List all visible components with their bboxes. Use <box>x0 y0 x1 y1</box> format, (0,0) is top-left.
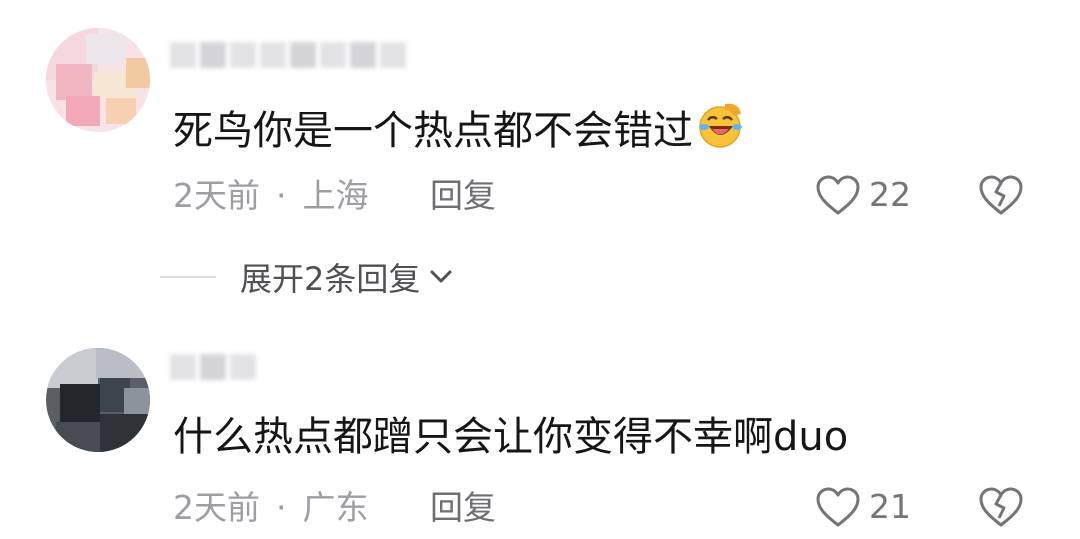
expand-replies-label: 展开2条回复 <box>240 260 421 298</box>
comment-text: 死鸟你是一个热点都不会错过 <box>173 100 745 156</box>
chevron-down-icon <box>430 270 452 283</box>
comment-item: 死鸟你是一个热点都不会错过 2天前 · 上海 回复 22 <box>0 0 1080 240</box>
comment-time: 2天前 <box>173 176 260 215</box>
comment-time: 2天前 <box>173 488 260 527</box>
meta-separator: · <box>276 176 287 215</box>
avatar[interactable] <box>46 348 150 452</box>
like-button[interactable]: 21 <box>815 486 911 528</box>
comment-location: 上海 <box>302 176 369 215</box>
comment-text: 什么热点都蹭只会让你变得不幸啊duo <box>173 414 849 460</box>
username-blurred[interactable] <box>170 354 256 384</box>
rolling-laughing-face-icon <box>699 103 742 148</box>
reply-button[interactable]: 回复 <box>430 176 496 216</box>
meta-separator: · <box>276 488 287 527</box>
username-blurred[interactable] <box>170 42 316 72</box>
like-count: 22 <box>869 175 911 214</box>
like-count: 21 <box>869 487 911 526</box>
heart-icon <box>816 487 860 527</box>
user-tag-blurred <box>320 42 406 72</box>
avatar[interactable] <box>46 28 150 132</box>
broken-heart-icon[interactable] <box>978 486 1024 528</box>
divider <box>160 276 216 278</box>
like-button[interactable]: 22 <box>815 174 911 216</box>
heart-icon <box>816 175 860 215</box>
comment-location: 广东 <box>302 488 369 527</box>
comment-meta: 2天前 · 广东 <box>173 488 369 528</box>
comment-item: 什么热点都蹭只会让你变得不幸啊duo 2天前 · 广东 回复 21 <box>0 330 1080 539</box>
expand-replies-button[interactable]: 展开2条回复 <box>160 254 456 300</box>
comment-meta: 2天前 · 上海 <box>173 176 369 216</box>
reply-button[interactable]: 回复 <box>430 488 496 528</box>
broken-heart-icon[interactable] <box>978 174 1024 216</box>
